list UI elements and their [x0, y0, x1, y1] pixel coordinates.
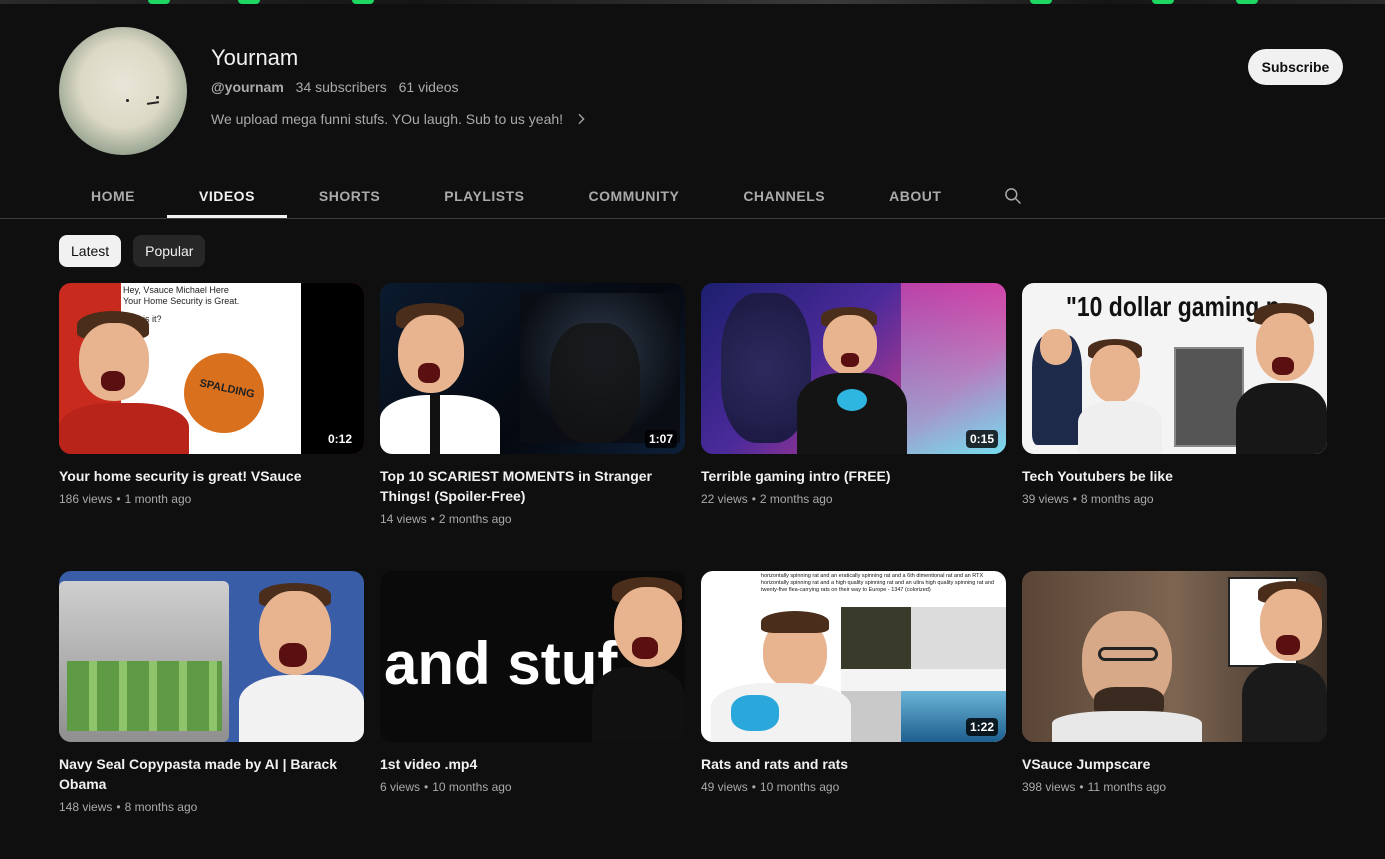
video-card[interactable]: "10 dollar gaming p Tech Youtubers be li…: [1022, 283, 1327, 571]
video-title[interactable]: Terrible gaming intro (FREE): [701, 466, 1006, 486]
video-meta: 186 views • 1 month ago: [59, 492, 192, 506]
channel-name: Yournam: [211, 45, 299, 70]
video-thumbnail[interactable]: 1:07: [380, 283, 685, 454]
chip-popular[interactable]: Popular: [133, 235, 206, 267]
chip-latest[interactable]: Latest: [59, 235, 122, 267]
video-card[interactable]: 1:07 Top 10 SCARIEST MOMENTS in Stranger…: [380, 283, 685, 571]
video-thumbnail[interactable]: and stuf: [380, 571, 685, 742]
tab-channels[interactable]: CHANNELS: [711, 174, 857, 218]
video-count: 61 videos: [398, 79, 459, 95]
video-meta: 148 views • 8 months ago: [59, 800, 198, 814]
search-icon[interactable]: [989, 174, 1037, 218]
tab-videos[interactable]: VIDEOS: [167, 174, 287, 218]
thumbnail-caption: horizontally spinning rat and an eratica…: [761, 573, 994, 593]
video-title[interactable]: Navy Seal Copypasta made by AI | Barack …: [59, 754, 364, 794]
video-meta: 6 views • 10 months ago: [380, 780, 512, 794]
channel-avatar[interactable]: [59, 27, 187, 155]
video-title[interactable]: 1st video .mp4: [380, 754, 685, 774]
video-title[interactable]: VSauce Jumpscare: [1022, 754, 1327, 774]
video-duration: 0:12: [323, 430, 356, 448]
channel-header: Yournam @yournam 34 subscribers 61 video…: [59, 27, 1343, 155]
tab-home[interactable]: HOME: [59, 174, 167, 218]
video-duration: 0:15: [965, 430, 998, 448]
video-card[interactable]: Hey, Vsauce Michael Here Your Home Secur…: [59, 283, 364, 571]
video-thumbnail[interactable]: "10 dollar gaming p: [1022, 283, 1327, 454]
video-meta: 14 views • 2 months ago: [380, 512, 512, 526]
video-grid: Hey, Vsauce Michael Here Your Home Secur…: [59, 283, 1327, 859]
thumbnail-caption: "10 dollar gaming p: [1066, 291, 1280, 322]
channel-handle: @yournam: [211, 79, 284, 95]
video-duration: 1:07: [644, 430, 677, 448]
video-meta: 22 views • 2 months ago: [701, 492, 833, 506]
video-title[interactable]: Top 10 SCARIEST MOMENTS in Stranger Thin…: [380, 466, 685, 506]
tab-shorts[interactable]: SHORTS: [287, 174, 412, 218]
video-card[interactable]: VSauce Jumpscare 398 views • 11 months ago: [1022, 571, 1327, 859]
tab-playlists[interactable]: PLAYLISTS: [412, 174, 556, 218]
subscriber-count: 34 subscribers: [295, 79, 387, 95]
video-meta: 398 views • 11 months ago: [1022, 780, 1167, 794]
tab-community[interactable]: COMMUNITY: [556, 174, 711, 218]
video-meta: 49 views • 10 months ago: [701, 780, 840, 794]
channel-banner: [0, 0, 1385, 4]
video-thumbnail[interactable]: Hey, Vsauce Michael Here Your Home Secur…: [59, 283, 364, 454]
thumbnail-caption: and stuf: [384, 630, 618, 697]
channel-meta: @yournam 34 subscribers 61 videos: [211, 79, 467, 95]
channel-description[interactable]: We upload mega funni stufs. YOu laugh. S…: [211, 111, 589, 127]
tabs-divider: [0, 218, 1385, 219]
video-meta: 39 views • 8 months ago: [1022, 492, 1154, 506]
video-duration: 1:22: [965, 718, 998, 736]
video-thumbnail[interactable]: [59, 571, 364, 742]
channel-description-text: We upload mega funni stufs. YOu laugh. S…: [211, 111, 564, 127]
chevron-right-icon: [578, 113, 585, 125]
channel-tabs: HOME VIDEOS SHORTS PLAYLISTS COMMUNITY C…: [59, 174, 1037, 218]
subscribe-button[interactable]: Subscribe: [1248, 49, 1343, 85]
video-card[interactable]: Navy Seal Copypasta made by AI | Barack …: [59, 571, 364, 859]
video-title[interactable]: Tech Youtubers be like: [1022, 466, 1327, 486]
video-thumbnail[interactable]: 0:15: [701, 283, 1006, 454]
video-card[interactable]: and stuf 1st video .mp4 6 views • 10 month…: [380, 571, 685, 859]
video-card[interactable]: 0:15 Terrible gaming intro (FREE) 22 vie…: [701, 283, 1006, 571]
video-thumbnail[interactable]: horizontally spinning rat and an eratica…: [701, 571, 1006, 742]
video-card[interactable]: horizontally spinning rat and an eratica…: [701, 571, 1006, 859]
video-title[interactable]: Rats and rats and rats: [701, 754, 1006, 774]
thumbnail-caption: Hey, Vsauce Michael Here Your Home Secur…: [123, 285, 240, 306]
video-thumbnail[interactable]: [1022, 571, 1327, 742]
sort-chips: Latest Popular: [59, 235, 206, 267]
video-title[interactable]: Your home security is great! VSauce: [59, 466, 364, 486]
tab-about[interactable]: ABOUT: [857, 174, 973, 218]
